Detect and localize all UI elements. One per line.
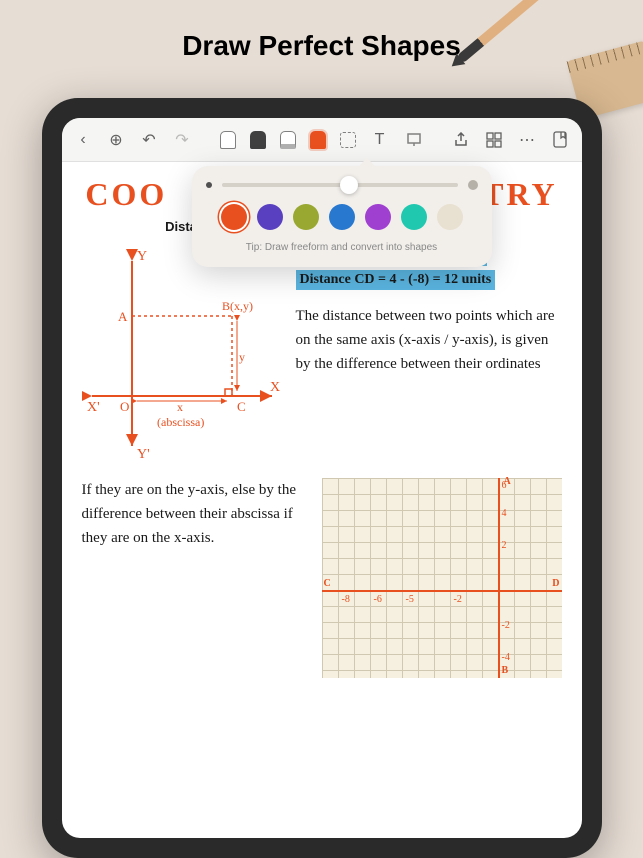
presentation-tool[interactable] — [404, 130, 424, 150]
pen-tool-1[interactable] — [220, 131, 236, 149]
coordinate-diagram: Y Y' X X' O A B(x,y) C x y (abscissa) — [82, 246, 282, 466]
svg-text:Y': Y' — [137, 447, 150, 462]
grid-chart: 6 A 4 2 D C -8 -6 -5 -2 -2 -4 B — [322, 478, 562, 678]
more-button[interactable]: ⋯ — [518, 130, 537, 150]
eraser-tool[interactable] — [280, 131, 296, 149]
add-button[interactable]: ⊕ — [107, 130, 126, 150]
tablet-frame: ‹ ⊕ ↶ ↷ T ⋯ — [42, 98, 602, 858]
color-swatch-0[interactable] — [221, 204, 247, 230]
paragraph-1: The distance between two points which ar… — [296, 304, 562, 376]
toolbar: ‹ ⊕ ↶ ↷ T ⋯ — [62, 118, 582, 162]
svg-text:Y: Y — [137, 249, 147, 264]
redo-button[interactable]: ↷ — [173, 130, 192, 150]
bookmark-button[interactable] — [551, 130, 570, 150]
svg-text:X: X — [270, 380, 280, 395]
svg-text:O: O — [120, 399, 129, 414]
calc-column: Distance AB = 6 - (-2) = 8 units Distanc… — [296, 246, 562, 466]
color-palette — [206, 204, 478, 230]
svg-text:(abscissa): (abscissa) — [157, 415, 204, 429]
highlight-2: Distance CD = 4 - (-8) = 12 units — [296, 270, 496, 290]
svg-text:A: A — [118, 309, 128, 324]
text-tool[interactable]: T — [370, 130, 390, 150]
undo-button[interactable]: ↶ — [140, 130, 159, 150]
stroke-slider[interactable] — [206, 180, 478, 190]
svg-text:x: x — [177, 400, 183, 414]
share-button[interactable] — [452, 130, 471, 150]
grid-view-button[interactable] — [485, 130, 504, 150]
slider-max-icon — [468, 180, 478, 190]
slider-min-icon — [206, 182, 212, 188]
color-swatch-6[interactable] — [437, 204, 463, 230]
pen-tool-2[interactable] — [250, 131, 266, 149]
svg-text:C: C — [237, 399, 246, 414]
svg-text:X': X' — [87, 400, 100, 415]
tool-popover: Tip: Draw freeform and convert into shap… — [192, 166, 492, 267]
slider-track[interactable] — [222, 183, 458, 187]
color-swatch-4[interactable] — [365, 204, 391, 230]
popover-tip: Tip: Draw freeform and convert into shap… — [206, 242, 478, 253]
screen: ‹ ⊕ ↶ ↷ T ⋯ — [62, 118, 582, 838]
svg-text:y: y — [239, 350, 245, 364]
back-button[interactable]: ‹ — [74, 130, 93, 150]
promo-headline: Draw Perfect Shapes — [0, 0, 643, 82]
svg-text:B(x,y): B(x,y) — [222, 299, 253, 313]
shape-tool-selected[interactable] — [310, 131, 326, 149]
paragraph-2: If they are on the y-axis, else by the d… — [82, 478, 308, 678]
tool-group: T — [220, 130, 424, 150]
lasso-tool[interactable] — [340, 132, 356, 148]
color-swatch-1[interactable] — [257, 204, 283, 230]
slider-knob[interactable] — [340, 176, 358, 194]
color-swatch-2[interactable] — [293, 204, 319, 230]
color-swatch-3[interactable] — [329, 204, 355, 230]
color-swatch-5[interactable] — [401, 204, 427, 230]
